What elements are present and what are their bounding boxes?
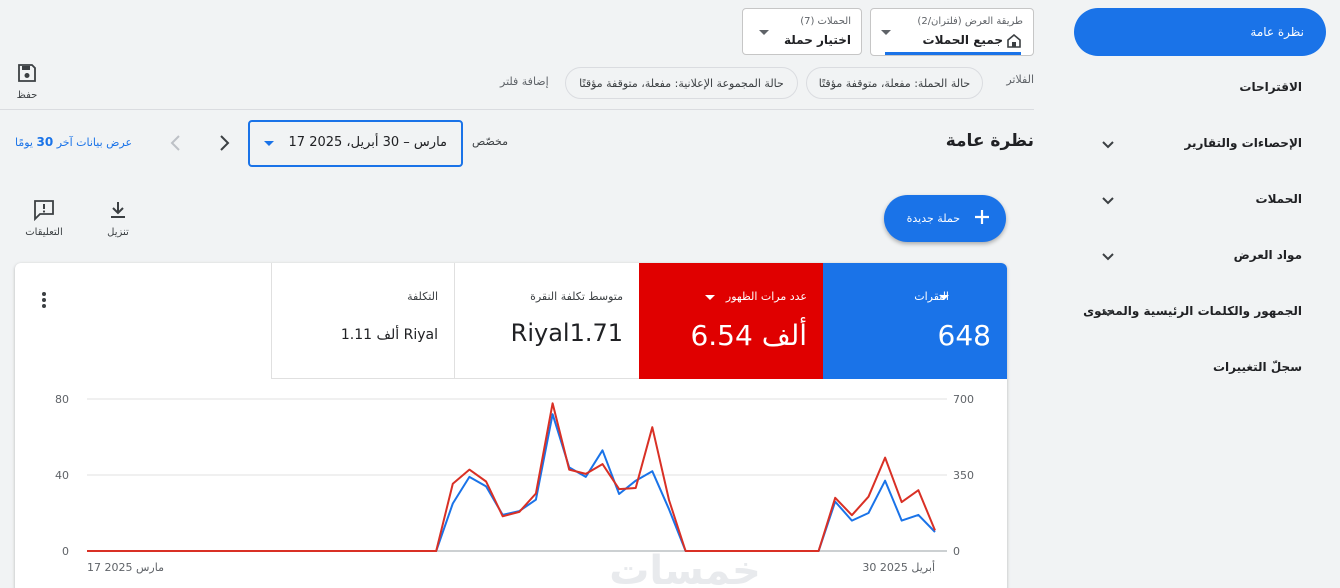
selected-indicator xyxy=(885,52,1021,55)
divider xyxy=(0,109,1034,110)
view-selector-label: طريقة العرض (فلتران/2) xyxy=(917,16,1023,27)
sidebar-item-label: الإحصاءات والتقارير xyxy=(1184,136,1302,150)
filter-chip-adgroup-status[interactable]: حالة المجموعة الإعلانية: مفعلة، متوقفة م… xyxy=(565,67,798,99)
metric-label: عدد مرات الظهور xyxy=(725,290,807,303)
x-axis-end-label: 30 أبريل 2025 xyxy=(862,560,935,574)
performance-card: النقرات 648 عدد مرات الظهور 6.54 ألف متو… xyxy=(15,263,1007,588)
metric-value: 648 xyxy=(937,319,991,352)
sidebar-item-label: سجلّ التغييرات xyxy=(1212,360,1302,374)
performance-chart: 80 40 0 700 350 0 17 مارس 2025 30 أبريل 2025 خمس… xyxy=(55,393,974,588)
last-30-days-suffix: يومًا xyxy=(15,136,33,149)
store-icon xyxy=(1007,33,1021,52)
filter-chip-campaign-status[interactable]: حالة الحملة: مفعلة، متوقفة مؤقتًا xyxy=(806,67,983,99)
dropdown-arrow-icon xyxy=(264,141,274,146)
x-axis-start-label: 17 مارس 2025 xyxy=(87,561,164,574)
last-30-days-text: عرض بيانات آخر xyxy=(56,136,133,149)
filter-chip-label: حالة الحملة: مفعلة، متوقفة مؤقتًا xyxy=(818,76,971,90)
campaign-selector-value: اختيار حملة xyxy=(783,33,851,47)
chevron-right-icon[interactable] xyxy=(216,133,232,157)
save-button[interactable]: حفظ xyxy=(12,90,42,101)
download-icon[interactable] xyxy=(108,200,128,224)
sidebar-item-insights[interactable]: الإحصاءات والتقارير xyxy=(1184,136,1302,150)
sidebar-item-label: الحملات xyxy=(1255,192,1302,206)
metric-value: 1.11 ألف Riyal xyxy=(340,327,438,343)
campaign-selector-label: الحملات (7) xyxy=(800,16,851,27)
sidebar-item-recommendations[interactable]: الاقتراحات xyxy=(1239,80,1302,94)
last-30-days-number: 30 xyxy=(36,135,54,149)
right-axis-tick-label: 0 xyxy=(953,545,960,558)
feedback-button[interactable]: التعليقات xyxy=(20,227,68,238)
date-range-type: مخصّص xyxy=(472,135,509,148)
dropdown-arrow-icon xyxy=(705,295,715,300)
view-selector[interactable]: طريقة العرض (فلتران/2) جميع الحملات xyxy=(870,8,1034,56)
chevron-down-icon[interactable] xyxy=(1100,248,1116,264)
series-line-clicks xyxy=(87,413,936,552)
page-title: نظرة عامة xyxy=(945,131,1034,151)
right-axis-tick-label: 700 xyxy=(953,393,974,406)
save-icon[interactable] xyxy=(17,63,37,83)
sidebar-item-change-history[interactable]: سجلّ التغييرات xyxy=(1213,360,1302,374)
more-vert-icon[interactable] xyxy=(41,291,47,313)
new-campaign-button[interactable]: حملة جديدة xyxy=(884,195,1006,242)
chevron-down-icon[interactable] xyxy=(1100,136,1116,152)
chevron-down-icon[interactable] xyxy=(1100,192,1116,208)
metric-label: متوسط تكلفة النقرة xyxy=(530,290,623,303)
sidebar-item-label: مواد العرض xyxy=(1233,248,1302,262)
chevron-left-icon[interactable] xyxy=(168,133,184,157)
chevron-down-icon[interactable] xyxy=(1100,304,1116,320)
campaign-selector[interactable]: الحملات (7) اختيار حملة xyxy=(742,8,862,55)
sidebar-item-label: الاقتراحات xyxy=(1239,80,1302,94)
left-axis-tick-label: 40 xyxy=(55,469,69,482)
date-range-picker[interactable]: 17 مارس – 30 أبريل، 2025 xyxy=(248,120,463,167)
download-button[interactable]: تنزيل xyxy=(98,227,138,238)
series-line-impressions xyxy=(87,402,936,552)
feedback-icon[interactable] xyxy=(33,199,55,225)
dropdown-arrow-icon xyxy=(759,30,769,35)
metric-impressions[interactable]: عدد مرات الظهور 6.54 ألف xyxy=(639,263,823,379)
filters-label: الفلاتر xyxy=(1006,73,1034,86)
metric-clicks[interactable]: النقرات 648 xyxy=(823,263,1007,379)
date-range-value: 17 مارس – 30 أبريل، 2025 xyxy=(288,135,448,150)
sidebar-item-overview[interactable]: نظرة عامة xyxy=(1074,8,1326,56)
metric-value: 6.54 ألف xyxy=(690,319,807,352)
add-filter-button[interactable]: إضافة فلتر xyxy=(500,75,549,88)
sidebar-item-assets[interactable]: مواد العرض xyxy=(1234,248,1302,262)
new-campaign-label: حملة جديدة xyxy=(906,212,960,225)
left-axis-tick-label: 0 xyxy=(62,545,69,558)
right-axis-tick-label: 350 xyxy=(953,469,974,482)
filter-chip-label: حالة المجموعة الإعلانية: مفعلة، متوقفة م… xyxy=(579,76,784,90)
sidebar-item-campaigns[interactable]: الحملات xyxy=(1256,192,1302,206)
left-axis-tick-label: 80 xyxy=(55,393,69,406)
metric-cost[interactable]: التكلفة 1.11 ألف Riyal xyxy=(271,263,455,379)
metric-label: التكلفة xyxy=(407,290,438,303)
metric-value: Riyal1.71 xyxy=(510,319,623,347)
watermark: خمسات xyxy=(609,548,761,588)
dropdown-arrow-icon xyxy=(881,30,891,35)
sidebar-item-label: نظرة عامة xyxy=(1250,25,1304,39)
metric-avg-cpc[interactable]: متوسط تكلفة النقرة Riyal1.71 xyxy=(455,263,639,379)
view-selector-value: جميع الحملات xyxy=(922,33,1003,47)
dropdown-arrow-icon xyxy=(939,295,949,300)
last-30-days-link[interactable]: عرض بيانات آخر 30 يومًا xyxy=(15,135,132,149)
plus-icon xyxy=(974,209,990,228)
